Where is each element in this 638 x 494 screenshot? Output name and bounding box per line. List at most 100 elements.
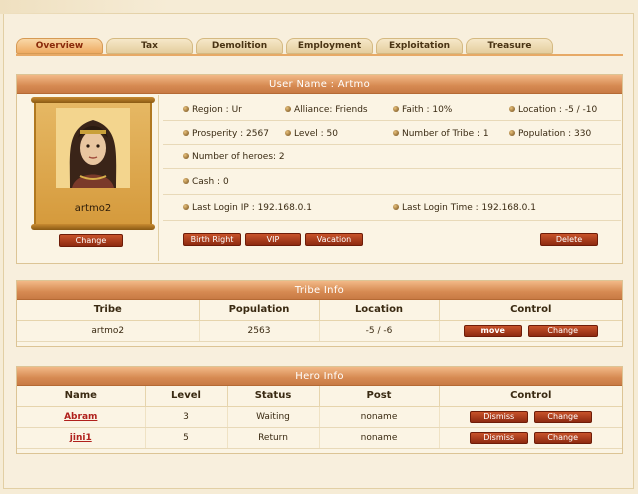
heroes-field: Number of heroes: 2 [183, 152, 285, 162]
column-header: Location [319, 300, 440, 321]
faith-field: Faith : 10% [393, 105, 452, 115]
column-header: Population [199, 300, 320, 321]
faith-label: Faith : 10% [402, 105, 453, 115]
bullet-icon [183, 204, 189, 210]
tribe-location: -5 / -6 [319, 320, 440, 342]
column-header: Name [17, 386, 146, 407]
bullet-icon [509, 130, 515, 136]
hero-level: 5 [145, 427, 228, 449]
info-row-4: Cash : 0 [163, 169, 621, 195]
last-time-field: Last Login Time : 192.168.0.1 [393, 203, 536, 213]
tribe-population: 2563 [199, 320, 320, 342]
hero-control: Dismiss Change [439, 406, 622, 428]
user-info: Region : Ur Alliance: Friends Faith : 10… [163, 95, 621, 263]
user-panel-body: artmo2 Change Region : Ur Alliance: Frie… [17, 95, 622, 263]
bullet-icon [509, 106, 515, 112]
bullet-icon [285, 130, 291, 136]
hero-post: noname [319, 406, 440, 428]
tribe-panel: Tribe Info Tribe Population Location Con… [16, 280, 623, 347]
hero-name-cell: jini1 [17, 427, 146, 449]
change-hero-button[interactable]: Change [533, 410, 592, 423]
region-label: Region : Ur [192, 105, 242, 115]
alliance-field: Alliance: Friends [285, 105, 368, 115]
info-row-1: Region : Ur Alliance: Friends Faith : 10… [163, 95, 621, 121]
bullet-icon [393, 204, 399, 210]
hero-table: Name Level Status Post Control Abram 3 W… [17, 386, 622, 449]
prosperity-field: Prosperity : 2567 [183, 129, 269, 139]
table-row: jini1 5 Return noname Dismiss Change [17, 427, 622, 449]
hero-level: 3 [145, 406, 228, 428]
hero-control: Dismiss Change [439, 427, 622, 449]
last-ip-field: Last Login IP : 192.168.0.1 [183, 203, 312, 213]
dismiss-button[interactable]: Dismiss [469, 431, 528, 444]
hero-name-link[interactable]: jini1 [70, 433, 92, 443]
user-panel: User Name : Artmo artmo2 Change Region:… [16, 74, 623, 264]
column-header: Control [439, 386, 622, 407]
bullet-icon [285, 106, 291, 112]
info-row-3: Number of heroes: 2 [163, 145, 621, 169]
tab-exploitation[interactable]: Exploitation [376, 38, 463, 54]
tribe-panel-header: Tribe Info [17, 281, 622, 300]
hero-status: Return [227, 427, 320, 449]
bullet-icon [183, 130, 189, 136]
top-decoration [0, 0, 170, 14]
change-hero-button[interactable]: Change [533, 431, 592, 444]
hero-name-cell: Abram [17, 406, 146, 428]
tab-tax[interactable]: Tax [106, 38, 193, 54]
location-field: Location : -5 / -10 [509, 105, 597, 115]
bullet-icon [393, 130, 399, 136]
hero-panel-header: Hero Info [17, 367, 622, 386]
tab-overview[interactable]: Overview [16, 38, 103, 54]
vacation-button[interactable]: Vacation [305, 233, 363, 246]
cash-field: Cash : 0 [183, 177, 229, 187]
alliance-label: Alliance: Friends [294, 105, 368, 115]
hero-status: Waiting [227, 406, 320, 428]
prosperity-label: Prosperity : 2567 [192, 129, 269, 139]
hero-panel: Hero Info Name Level Status Post Control… [16, 366, 623, 454]
tab-treasure[interactable]: Treasure [466, 38, 553, 54]
tribe-count-field: Number of Tribe : 1 [393, 129, 489, 139]
column-header: Level [145, 386, 228, 407]
info-row-2: Prosperity : 2567 Level : 50 Number of T… [163, 121, 621, 145]
location-label: Location : -5 / -10 [518, 105, 598, 115]
change-portrait-button[interactable]: Change [59, 234, 123, 247]
table-header-row: Tribe Population Location Control [17, 300, 622, 321]
last-time-label: Last Login Time : 192.168.0.1 [402, 203, 536, 213]
portrait-scroll: artmo2 [31, 97, 155, 230]
bullet-icon [393, 106, 399, 112]
last-ip-label: Last Login IP : 192.168.0.1 [192, 203, 312, 213]
table-row: Abram 3 Waiting noname Dismiss Change [17, 406, 622, 428]
user-panel-header: User Name : Artmo [17, 75, 622, 94]
column-header: Tribe [17, 300, 200, 321]
population-label: Population : 330 [518, 129, 592, 139]
bullet-icon [183, 178, 189, 184]
tab-demolition[interactable]: Demolition [196, 38, 283, 54]
tribe-name: artmo2 [17, 320, 200, 342]
bullet-icon [183, 153, 189, 159]
birth-right-button[interactable]: Birth Right [183, 233, 241, 246]
level-field: Level : 50 [285, 129, 338, 139]
move-button[interactable]: move [463, 324, 522, 337]
vip-button[interactable]: VIP [245, 233, 301, 246]
change-tribe-button[interactable]: Change [527, 324, 598, 337]
column-header: Post [319, 386, 440, 407]
tribe-count-label: Number of Tribe : 1 [402, 129, 489, 139]
bullet-icon [183, 106, 189, 112]
population-field: Population : 330 [509, 129, 591, 139]
avatar [56, 108, 130, 188]
region-field: Region : Ur [183, 105, 242, 115]
hero-name-link[interactable]: Abram [64, 412, 97, 422]
delete-button[interactable]: Delete [540, 233, 598, 246]
tab-employment[interactable]: Employment [286, 38, 373, 54]
portrait-section: artmo2 Change [19, 95, 159, 261]
player-name: artmo2 [74, 203, 112, 214]
table-row: artmo2 2563 -5 / -6 move Change [17, 320, 622, 342]
tribe-control: move Change [439, 320, 622, 342]
heroes-label: Number of heroes: 2 [192, 152, 285, 162]
level-label: Level : 50 [294, 129, 338, 139]
column-header: Status [227, 386, 320, 407]
tribe-table: Tribe Population Location Control artmo2… [17, 300, 622, 342]
tab-underline [16, 54, 623, 56]
cash-label: Cash : 0 [192, 177, 229, 187]
dismiss-button[interactable]: Dismiss [469, 410, 528, 423]
